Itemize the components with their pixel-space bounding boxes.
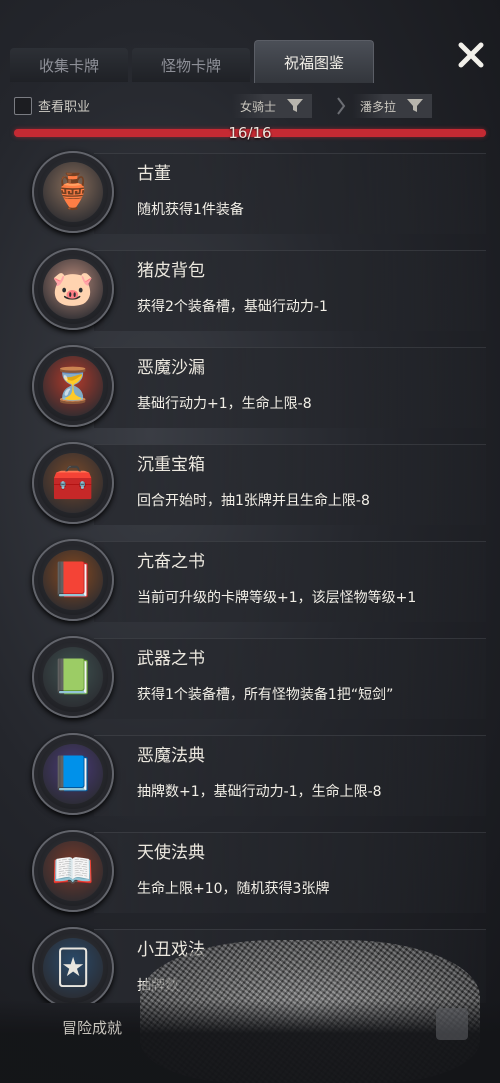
- blessing-description: 获得2个装备槽，基础行动力-1: [137, 299, 328, 315]
- blessing-description: 获得1个装备槽，所有怪物装备1把“短剑”: [137, 687, 394, 703]
- blessing-list[interactable]: 🏺 古董随机获得1件装备 🐷 猪皮背包获得2个装备槽，基础行动力-1 ⏳ 恶魔沙漏基础行动…: [14, 145, 486, 1003]
- blessing-badge: 📗: [32, 636, 114, 718]
- blessing-description: 基础行动力+1，生命上限-8: [137, 396, 312, 412]
- tab-bar: 收集卡牌 怪物卡牌 祝福图鉴: [10, 40, 410, 83]
- blessing-row[interactable]: ⏳ 恶魔沙漏基础行动力+1，生命上限-8: [14, 339, 486, 436]
- tab-monster-cards[interactable]: 怪物卡牌: [132, 48, 250, 82]
- blessing-description: 随机获得1件装备: [137, 202, 244, 218]
- class-filter-value: 女骑士: [240, 99, 277, 114]
- blessing-row[interactable]: 🐷 猪皮背包获得2个装备槽，基础行动力-1: [14, 242, 486, 339]
- menu-icon[interactable]: [436, 1008, 468, 1040]
- blessing-badge: 🐷: [32, 248, 114, 330]
- blessing-name: 沉重宝箱: [137, 455, 205, 475]
- angel-codex-icon: 📖: [43, 841, 103, 901]
- blessing-name: 猪皮背包: [137, 261, 205, 281]
- view-class-checkbox[interactable]: [14, 96, 32, 115]
- collection-progress-text: 16/16: [228, 124, 272, 142]
- pigskin-backpack-icon: 🐷: [43, 259, 103, 319]
- divider-icon: [337, 97, 346, 115]
- blessing-row[interactable]: 📘 恶魔法典抽牌数+1，基础行动力-1，生命上限-8: [14, 727, 486, 824]
- blessing-row[interactable]: 🧰 沉重宝箱回合开始时，抽1张牌并且生命上限-8: [14, 436, 486, 533]
- heavy-chest-icon: 🧰: [43, 453, 103, 513]
- blessing-description: 生命上限+10，随机获得3张牌: [137, 881, 330, 897]
- tab-blessing-codex[interactable]: 祝福图鉴: [254, 40, 374, 83]
- close-icon: [458, 42, 484, 68]
- antique-statue-icon: 🏺: [43, 162, 103, 222]
- blessing-row[interactable]: 📗 武器之书获得1个装备槽，所有怪物装备1把“短剑”: [14, 630, 486, 727]
- close-button[interactable]: [456, 40, 486, 70]
- character-filter-value: 潘多拉: [360, 99, 397, 114]
- blessing-row[interactable]: 📕 亢奋之书当前可升级的卡牌等级+1，该层怪物等级+1: [14, 533, 486, 630]
- class-filter-dropdown[interactable]: 女骑士: [232, 94, 313, 118]
- excitement-book-icon: 📕: [43, 550, 103, 610]
- blessing-row[interactable]: 📖 天使法典生命上限+10，随机获得3张牌: [14, 824, 486, 921]
- view-class-toggle[interactable]: 查看职业: [14, 96, 90, 115]
- blessing-badge: 🃏: [32, 927, 114, 1003]
- blessing-name: 武器之书: [137, 649, 205, 669]
- character-filter-dropdown[interactable]: 潘多拉: [352, 94, 433, 118]
- blessing-badge: 🏺: [32, 151, 114, 233]
- demon-codex-icon: 📘: [43, 744, 103, 804]
- blessing-badge: 📘: [32, 733, 114, 815]
- view-class-label: 查看职业: [38, 100, 91, 115]
- achievements-button[interactable]: 冒险成就: [42, 1012, 142, 1042]
- filter-bar: 查看职业 女骑士 潘多拉: [14, 92, 486, 122]
- blessing-name: 亢奋之书: [137, 552, 205, 572]
- weapon-book-icon: 📗: [43, 647, 103, 707]
- funnel-icon: [287, 99, 304, 112]
- tab-collect-cards[interactable]: 收集卡牌: [10, 48, 128, 82]
- blessing-badge: ⏳: [32, 345, 114, 427]
- funnel-icon: [407, 99, 424, 112]
- blessing-description: 回合开始时，抽1张牌并且生命上限-8: [137, 493, 370, 509]
- blessing-description: 抽牌数+1，基础行动力-1，生命上限-8: [137, 784, 382, 800]
- blessing-row[interactable]: 🏺 古董随机获得1件装备: [14, 145, 486, 242]
- blessing-name: 恶魔法典: [137, 746, 205, 766]
- blessing-badge: 📖: [32, 830, 114, 912]
- demon-hourglass-icon: ⏳: [43, 356, 103, 416]
- blessing-name: 古董: [137, 164, 171, 184]
- blessing-badge: 🧰: [32, 442, 114, 524]
- blessing-badge: 📕: [32, 539, 114, 621]
- blessing-description: 当前可升级的卡牌等级+1，该层怪物等级+1: [137, 590, 417, 606]
- clown-trick-icon: 🃏: [43, 938, 103, 998]
- blessing-name: 天使法典: [137, 843, 205, 863]
- blessing-name: 恶魔沙漏: [137, 358, 205, 378]
